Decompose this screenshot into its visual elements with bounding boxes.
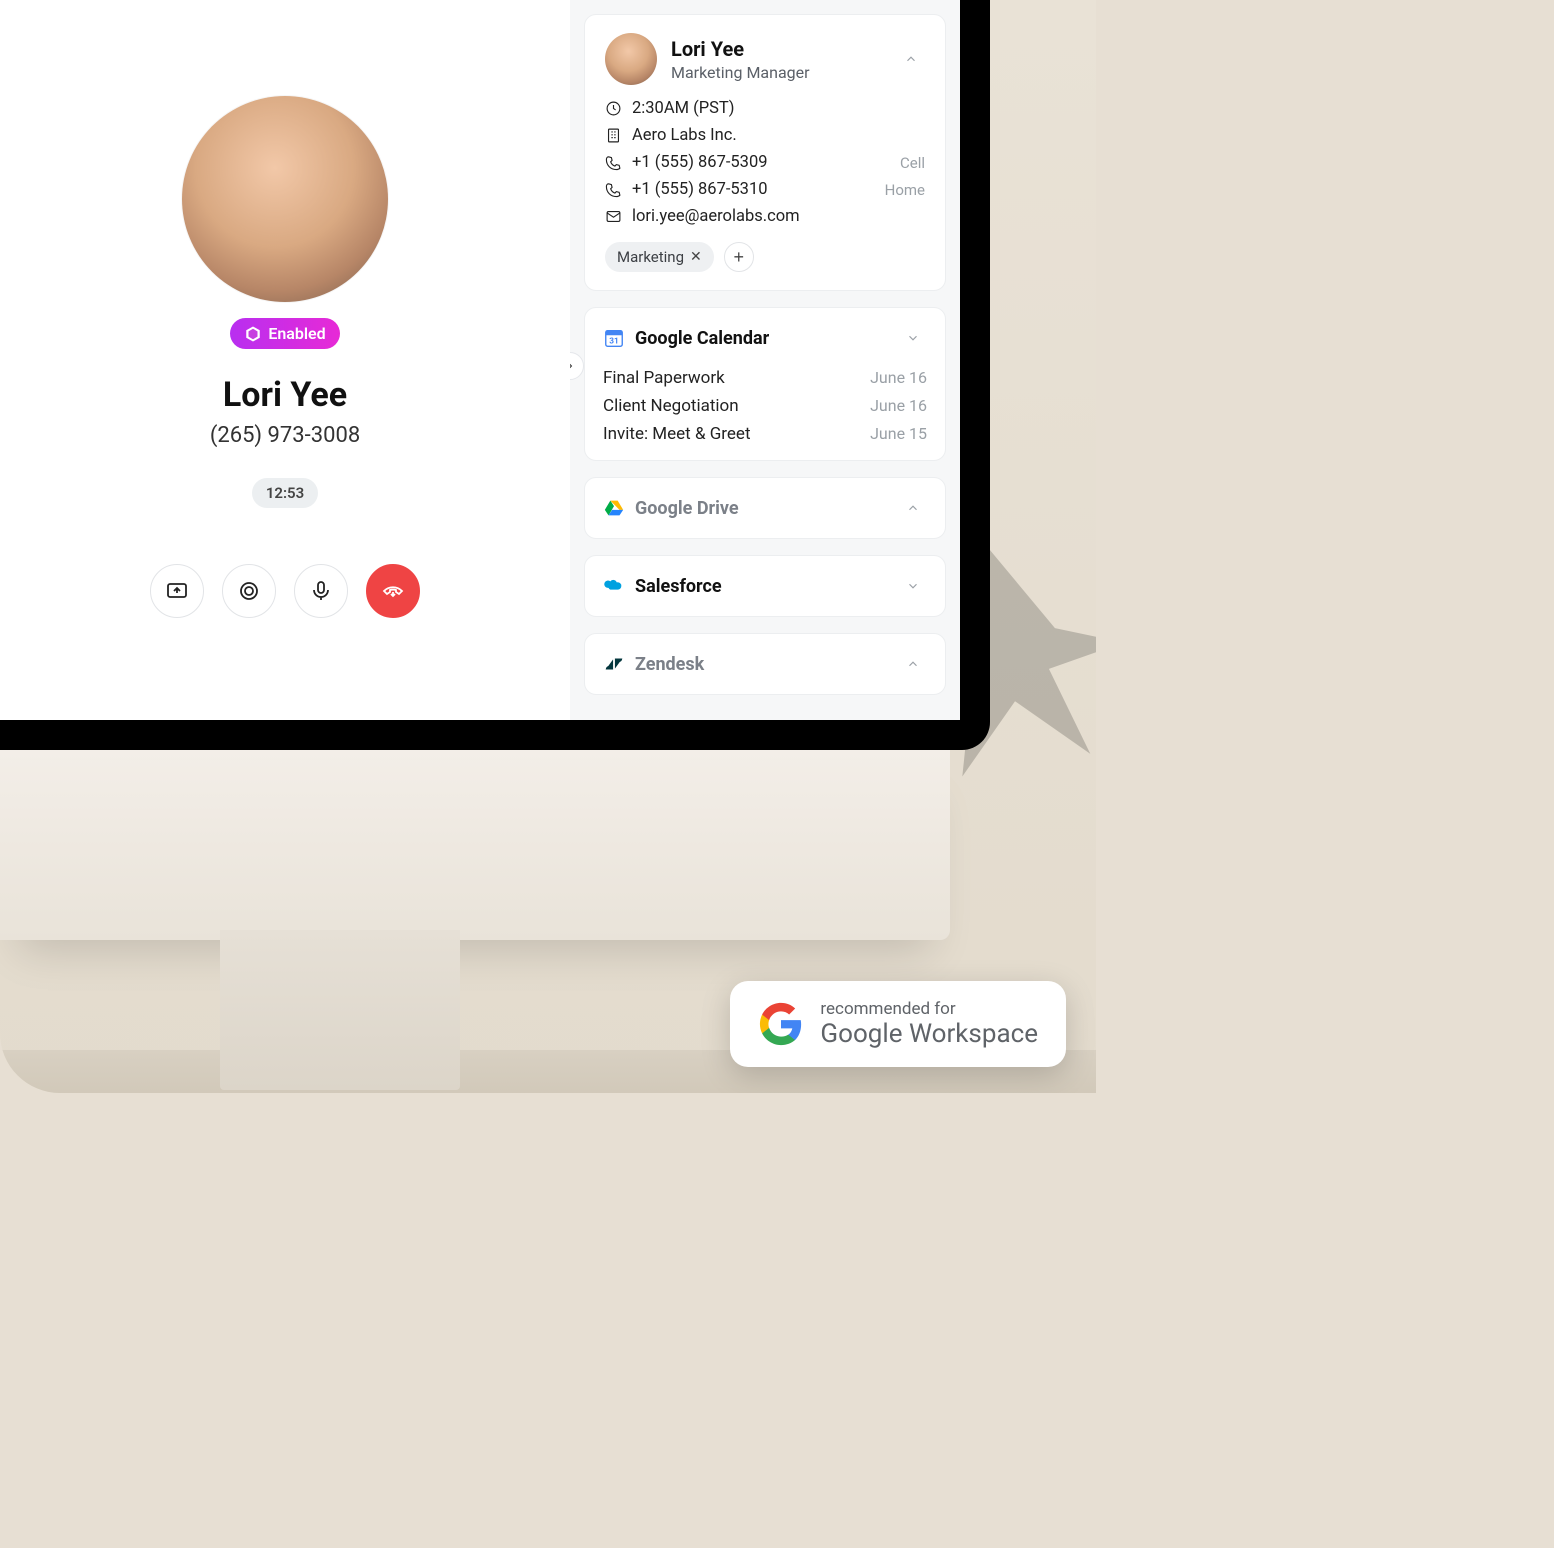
calendar-event-row[interactable]: Invite: Meet & Greet June 15 [603, 424, 927, 444]
contact-phone2: +1 (555) 867-5310 [632, 180, 768, 199]
zendesk-title: Zendesk [635, 654, 704, 675]
calendar-title: Google Calendar [635, 328, 769, 349]
caller-avatar [182, 96, 388, 302]
add-tag-button[interactable]: + [724, 242, 754, 272]
clock-icon [605, 100, 622, 117]
calendar-event-title: Client Negotiation [603, 396, 739, 416]
salesforce-title: Salesforce [635, 576, 722, 597]
call-actions [150, 564, 420, 618]
contact-phone1-row: +1 (555) 867-5309 Cell [605, 153, 925, 172]
workspace-badge: recommended for Google Workspace [730, 981, 1066, 1067]
phone-icon [605, 154, 622, 171]
contact-email-row: lori.yee@aerolabs.com [605, 207, 925, 226]
call-pane: Enabled Lori Yee (265) 973-3008 12:53 [0, 0, 570, 720]
calendar-collapse-button[interactable] [899, 324, 927, 352]
contact-tag: Marketing ✕ [605, 242, 714, 272]
google-drive-icon [603, 497, 625, 519]
calendar-event-title: Final Paperwork [603, 368, 725, 388]
svg-text:31: 31 [609, 337, 618, 347]
drive-expand-button[interactable] [899, 494, 927, 522]
google-calendar-icon: 31 [603, 327, 625, 349]
contact-tag-label: Marketing [617, 248, 684, 266]
record-icon [237, 579, 261, 603]
salesforce-header[interactable]: Salesforce [585, 556, 945, 616]
calendar-event-row[interactable]: Final Paperwork June 16 [603, 368, 927, 388]
chevron-up-icon [906, 657, 920, 671]
contact-company-row: Aero Labs Inc. [605, 126, 925, 145]
contact-time: 2:30AM (PST) [632, 99, 735, 118]
hangup-icon [381, 579, 405, 603]
calendar-event-date: June 16 [870, 396, 927, 416]
zendesk-icon [603, 653, 625, 675]
chevron-up-icon [904, 52, 918, 66]
zendesk-header[interactable]: Zendesk [585, 634, 945, 694]
arrow-right-icon [570, 360, 576, 372]
drive-title: Google Drive [635, 498, 739, 519]
ai-enabled-label: Enabled [268, 324, 325, 343]
contact-role: Marketing Manager [671, 63, 810, 82]
contact-phone1-label: Cell [900, 154, 925, 172]
record-button[interactable] [222, 564, 276, 618]
contact-phone1: +1 (555) 867-5309 [632, 153, 768, 172]
email-icon [605, 208, 622, 225]
calendar-event-row[interactable]: Client Negotiation June 16 [603, 396, 927, 416]
contact-phone2-label: Home [885, 181, 925, 199]
contact-collapse-button[interactable] [897, 45, 925, 73]
ai-enabled-pill: Enabled [230, 318, 339, 349]
contact-avatar [605, 33, 657, 85]
calendar-event-date: June 16 [870, 368, 927, 388]
calendar-event-title: Invite: Meet & Greet [603, 424, 751, 444]
zendesk-expand-button[interactable] [899, 650, 927, 678]
side-pane: Lori Yee Marketing Manager 2:30AM (PST) [570, 0, 960, 720]
chevron-down-icon [906, 579, 920, 593]
calendar-header[interactable]: 31 Google Calendar [585, 308, 945, 368]
microphone-icon [309, 579, 333, 603]
contact-card: Lori Yee Marketing Manager 2:30AM (PST) [584, 14, 946, 291]
calendar-card: 31 Google Calendar Final Paperwork June … [584, 307, 946, 461]
salesforce-expand-button[interactable] [899, 572, 927, 600]
phone-icon [605, 181, 622, 198]
screenshare-icon [165, 579, 189, 603]
remove-tag-button[interactable]: ✕ [690, 249, 702, 265]
mute-button[interactable] [294, 564, 348, 618]
calendar-event-date: June 15 [870, 424, 927, 444]
chevron-down-icon [906, 331, 920, 345]
google-g-icon [758, 1001, 804, 1047]
caller-phone: (265) 973-3008 [210, 423, 360, 448]
caller-name: Lori Yee [223, 375, 347, 415]
chevron-up-icon [906, 501, 920, 515]
app-window: Enabled Lori Yee (265) 973-3008 12:53 [0, 0, 960, 720]
call-timer: 12:53 [252, 478, 318, 508]
contact-company: Aero Labs Inc. [632, 126, 737, 145]
contact-phone2-row: +1 (555) 867-5310 Home [605, 180, 925, 199]
building-icon [605, 127, 622, 144]
salesforce-card: Salesforce [584, 555, 946, 617]
drive-card: Google Drive [584, 477, 946, 539]
contact-time-row: 2:30AM (PST) [605, 99, 925, 118]
salesforce-icon [603, 575, 625, 597]
workspace-badge-line2: Google Workspace [820, 1019, 1038, 1049]
ai-hex-icon [244, 325, 262, 343]
contact-name: Lori Yee [671, 37, 810, 61]
drive-header[interactable]: Google Drive [585, 478, 945, 538]
contact-email: lori.yee@aerolabs.com [632, 207, 800, 226]
hangup-button[interactable] [366, 564, 420, 618]
screenshare-button[interactable] [150, 564, 204, 618]
workspace-badge-line1: recommended for [820, 999, 1038, 1019]
zendesk-card: Zendesk [584, 633, 946, 695]
collapse-sidebar-button[interactable] [570, 352, 584, 380]
